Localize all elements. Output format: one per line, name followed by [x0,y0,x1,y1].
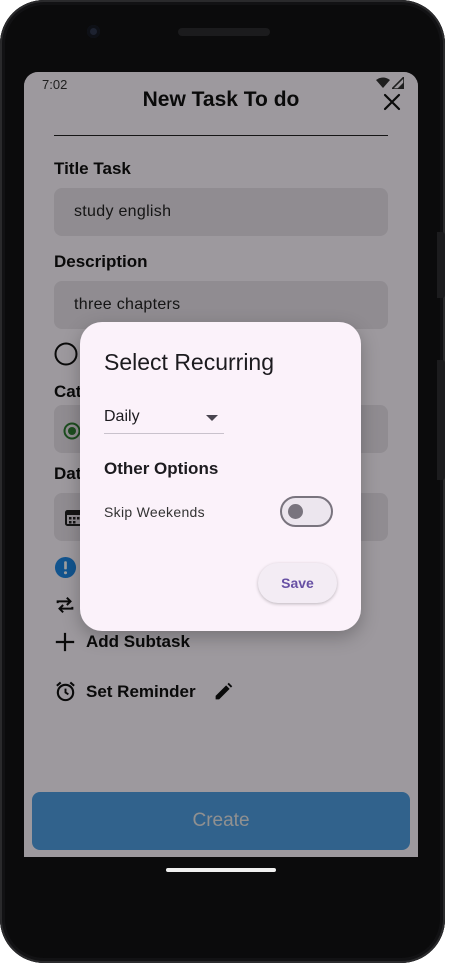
app-screen: 7:02 New Task To do Title Task study eng… [24,72,418,857]
dialog-title: Select Recurring [104,349,275,375]
skip-weekends-toggle[interactable] [280,496,333,527]
front-camera [87,25,100,38]
earpiece-speaker [178,28,270,36]
toggle-knob [288,504,303,519]
power-button [437,232,445,298]
other-options-heading: Other Options [104,459,219,478]
frequency-selected-value: Daily [104,408,140,425]
save-button[interactable]: Save [258,563,337,603]
frequency-dropdown[interactable]: Daily [104,400,224,434]
phone-frame: 7:02 New Task To do Title Task study eng… [0,0,445,963]
select-recurring-dialog: Select Recurring Daily Other Options Ski… [80,322,361,631]
chevron-down-icon [206,415,218,421]
skip-weekends-label: Skip Weekends [104,504,205,520]
volume-button [437,360,445,480]
home-indicator[interactable] [166,868,276,872]
